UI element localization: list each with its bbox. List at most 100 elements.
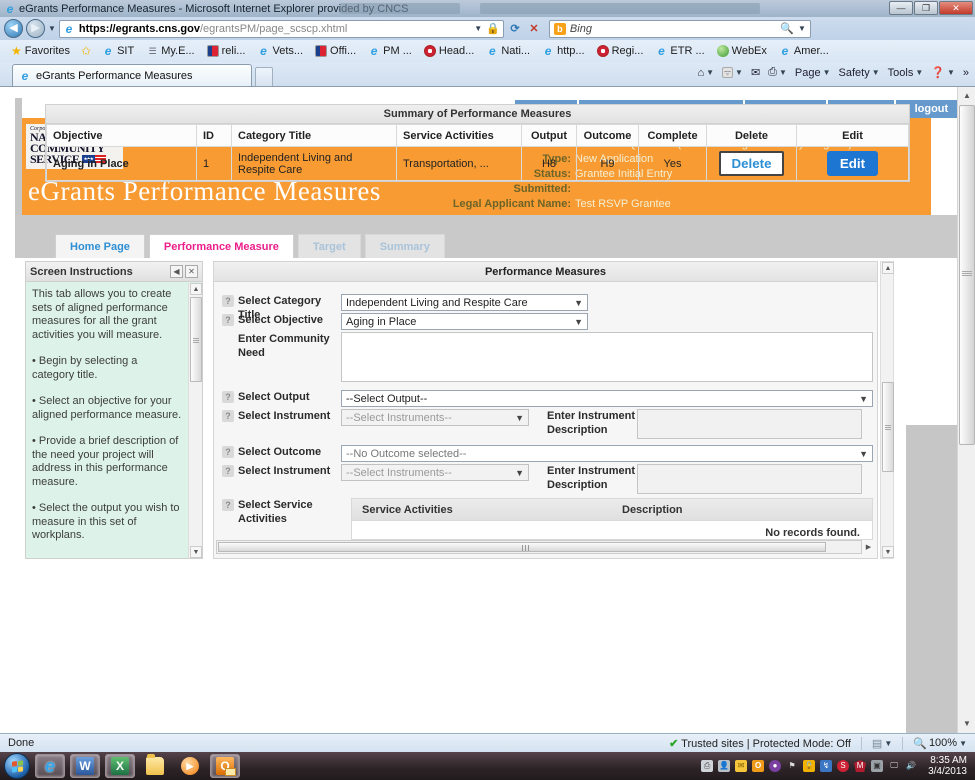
scroll-up-arrow[interactable]: ▲: [190, 283, 202, 295]
scroll-up-arrow[interactable]: ▲: [882, 262, 894, 274]
back-button[interactable]: ◀: [4, 19, 23, 38]
page-menu[interactable]: Page▼: [795, 67, 831, 79]
scroll-up-arrow[interactable]: ▲: [959, 88, 975, 104]
help-question-icon[interactable]: ?: [222, 391, 234, 403]
collapse-panel-button[interactable]: ◀: [170, 265, 183, 278]
browser-tab[interactable]: e eGrants Performance Measures: [12, 64, 252, 86]
form-row-instrument1: ? Select Instrument --Select Instruments…: [214, 409, 877, 439]
outcome-select[interactable]: --No Outcome selected--▼: [341, 445, 873, 462]
tab-performance-measure[interactable]: Performance Measure: [149, 234, 294, 258]
favorite-link[interactable]: ehttp...: [537, 43, 590, 59]
scroll-down-arrow[interactable]: ▼: [190, 546, 202, 558]
taskbar-word-button[interactable]: W: [70, 754, 100, 778]
help-question-icon[interactable]: ?: [222, 446, 234, 458]
output-select[interactable]: --Select Output--▼: [341, 390, 873, 407]
url-field[interactable]: e https://egrants.cns.gov/egrantsPM/page…: [59, 20, 504, 38]
favorite-link[interactable]: reli...: [202, 43, 251, 59]
scrollbar-thumb[interactable]: [218, 542, 826, 552]
scrollbar-thumb[interactable]: [959, 105, 975, 445]
home-menu[interactable]: ⌂▼: [697, 67, 714, 79]
maximize-button[interactable]: ❐: [914, 1, 938, 15]
antivirus-tray-icon[interactable]: S: [837, 760, 849, 772]
taskbar-mediaplayer-button[interactable]: ▶: [175, 754, 205, 778]
start-button[interactable]: [4, 753, 30, 779]
orange-o-tray-icon[interactable]: O: [752, 760, 764, 772]
favorite-link[interactable]: eVets...: [252, 43, 308, 59]
mcafee-shield-tray-icon[interactable]: M: [854, 760, 866, 772]
delete-button[interactable]: Delete: [719, 151, 783, 176]
help-question-icon[interactable]: ?: [222, 465, 234, 477]
col-complete: Complete: [639, 125, 707, 147]
category-select[interactable]: Independent Living and Respite Care▼: [341, 294, 588, 311]
search-box[interactable]: b Bing 🔍 ▼: [549, 20, 811, 38]
print-menu[interactable]: ⎙▼: [768, 66, 787, 79]
add-favorite-icon[interactable]: ✩: [81, 44, 91, 58]
favorite-link[interactable]: eETR ...: [650, 43, 709, 59]
community-need-textarea[interactable]: [341, 332, 873, 382]
url-dropdown[interactable]: ▼: [474, 24, 482, 33]
favorite-link[interactable]: Offi...: [310, 43, 361, 59]
printer-tray-icon[interactable]: ⎙: [701, 760, 713, 772]
favorite-link[interactable]: eAmer...: [774, 43, 834, 59]
edit-button[interactable]: Edit: [827, 151, 878, 176]
search-dropdown[interactable]: ▼: [798, 24, 806, 33]
volume-tray-icon[interactable]: 🔊: [905, 760, 917, 772]
scroll-right-arrow[interactable]: ▶: [863, 542, 874, 553]
favorite-link[interactable]: ePM ...: [363, 43, 417, 59]
taskbar-explorer-button[interactable]: [140, 754, 170, 778]
taskbar-clock[interactable]: 8:35 AM 3/4/2013: [928, 755, 967, 777]
objective-select[interactable]: Aging in Place▼: [341, 313, 588, 330]
toolbar-overflow[interactable]: »: [963, 67, 969, 79]
form-horizontal-scrollbar[interactable]: ▶: [216, 540, 862, 554]
taskbar-ie-button[interactable]: e: [35, 754, 65, 778]
network-tray-icon[interactable]: 🖵: [888, 760, 900, 772]
scrollbar-thumb[interactable]: [190, 297, 202, 382]
help-question-icon[interactable]: ?: [222, 410, 234, 422]
help-menu[interactable]: ❓▼: [931, 66, 955, 79]
favorite-link[interactable]: eSIT: [97, 43, 139, 59]
user-tray-icon[interactable]: 👤: [718, 760, 730, 772]
stop-button[interactable]: ✕: [526, 22, 542, 35]
recent-pages-dropdown[interactable]: ▼: [48, 24, 56, 33]
taskbar-excel-button[interactable]: X: [105, 754, 135, 778]
safety-menu[interactable]: Safety▼: [839, 67, 880, 79]
read-mail-button[interactable]: ✉: [751, 66, 760, 79]
tools-menu[interactable]: Tools▼: [888, 67, 924, 79]
favorite-link[interactable]: Head...: [419, 43, 479, 59]
close-panel-button[interactable]: ✕: [185, 265, 198, 278]
form-vertical-scrollbar[interactable]: ▲ ▼: [880, 261, 894, 559]
purple-shield-tray-icon[interactable]: ●: [769, 760, 781, 772]
page-scrollbar[interactable]: ▲ ▼: [957, 87, 975, 733]
favorite-link[interactable]: WebEx: [712, 43, 772, 59]
tab-home-page[interactable]: Home Page: [55, 234, 145, 258]
new-tab-button[interactable]: [255, 67, 273, 86]
clipboard-tray-icon[interactable]: ▣: [871, 760, 883, 772]
help-question-icon[interactable]: ?: [222, 499, 234, 511]
taskbar-outlook-button[interactable]: O: [210, 754, 240, 778]
favorites-button[interactable]: ★ Favorites: [6, 42, 75, 60]
favorite-link[interactable]: eNati...: [481, 43, 535, 59]
minimize-button[interactable]: —: [889, 1, 913, 15]
zoom-control[interactable]: 🔍100%▼: [913, 737, 967, 750]
lock-tray-icon[interactable]: 🔒: [803, 760, 815, 772]
help-question-icon[interactable]: ?: [222, 314, 234, 326]
scroll-down-arrow[interactable]: ▼: [882, 546, 894, 558]
security-lock-icon[interactable]: 🔒: [486, 22, 500, 35]
refresh-button[interactable]: ⟳: [507, 22, 523, 35]
help-question-icon[interactable]: ?: [222, 295, 234, 307]
compatibility-view-button[interactable]: ▤▼: [872, 737, 892, 750]
close-button[interactable]: ✕: [939, 1, 973, 15]
instructions-scrollbar[interactable]: ▲ ▼: [188, 283, 202, 558]
flag-tray-icon[interactable]: ⚑: [786, 760, 798, 772]
feeds-menu[interactable]: ᯤ▼: [722, 67, 743, 78]
scroll-down-arrow[interactable]: ▼: [959, 716, 975, 732]
search-icon[interactable]: 🔍: [780, 22, 794, 35]
search-input[interactable]: Bing: [570, 23, 776, 35]
mail-tray-icon[interactable]: ✉: [735, 760, 747, 772]
screen-instructions-title: Screen Instructions: [30, 266, 168, 278]
favorite-link[interactable]: Regi...: [592, 43, 649, 59]
update-tray-icon[interactable]: ↯: [820, 760, 832, 772]
scrollbar-thumb[interactable]: [882, 382, 894, 472]
forward-button[interactable]: ▶: [26, 19, 45, 38]
favorite-link[interactable]: ☰My.E...: [141, 43, 199, 59]
